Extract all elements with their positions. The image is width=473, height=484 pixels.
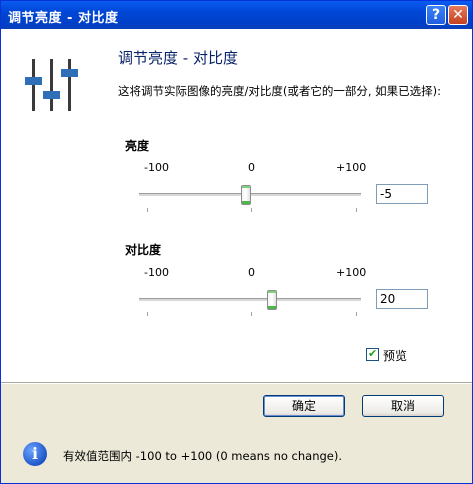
preview-label[interactable]: 预览	[383, 347, 407, 364]
brightness-input[interactable]	[376, 184, 428, 204]
help-button[interactable]: ?	[426, 5, 446, 25]
content-panel: 调节亮度 - 对比度 这将调节实际图像的亮度/对比度(或者它的一部分, 如果已选…	[1, 29, 472, 382]
info-icon: i	[23, 442, 47, 466]
contrast-slider-thumb[interactable]	[267, 290, 278, 310]
window-title: 调节亮度 - 对比度	[8, 11, 119, 26]
preview-checkbox[interactable]: ✔	[366, 347, 379, 361]
brightness-label: 亮度	[125, 139, 150, 153]
brightness-max-label: +100	[336, 161, 367, 174]
adjust-dialog: 调节亮度 - 对比度 ? ✕ 调节亮度 - 对比度 这将调节实际图像的亮度/对比…	[0, 0, 473, 484]
close-button[interactable]: ✕	[448, 5, 468, 25]
sliders-icon	[25, 59, 78, 111]
brightness-mid-label: 0	[248, 161, 255, 174]
brightness-min-label: -100	[144, 161, 169, 174]
brightness-slider-thumb[interactable]	[241, 185, 252, 205]
title-bar[interactable]: 调节亮度 - 对比度 ? ✕	[1, 1, 472, 29]
contrast-input[interactable]	[376, 289, 428, 309]
contrast-label: 对比度	[125, 243, 162, 257]
contrast-ticks	[147, 312, 357, 316]
info-text: 有效值范围内 -100 to +100 (0 means no change).	[63, 449, 343, 463]
contrast-max-label: +100	[336, 266, 367, 279]
help-icon: ?	[431, 7, 441, 23]
cancel-button[interactable]: 取消	[362, 395, 444, 417]
contrast-mid-label: 0	[248, 266, 255, 279]
contrast-min-label: -100	[144, 266, 169, 279]
ok-button[interactable]: 确定	[263, 395, 345, 417]
brightness-ticks	[147, 208, 357, 212]
close-icon: ✕	[452, 7, 464, 23]
dialog-heading: 调节亮度 - 对比度	[118, 49, 238, 67]
contrast-slider-track[interactable]	[139, 298, 361, 302]
dialog-description: 这将调节实际图像的亮度/对比度(或者它的一部分, 如果已选择):	[118, 84, 442, 98]
check-icon: ✔	[368, 347, 378, 360]
